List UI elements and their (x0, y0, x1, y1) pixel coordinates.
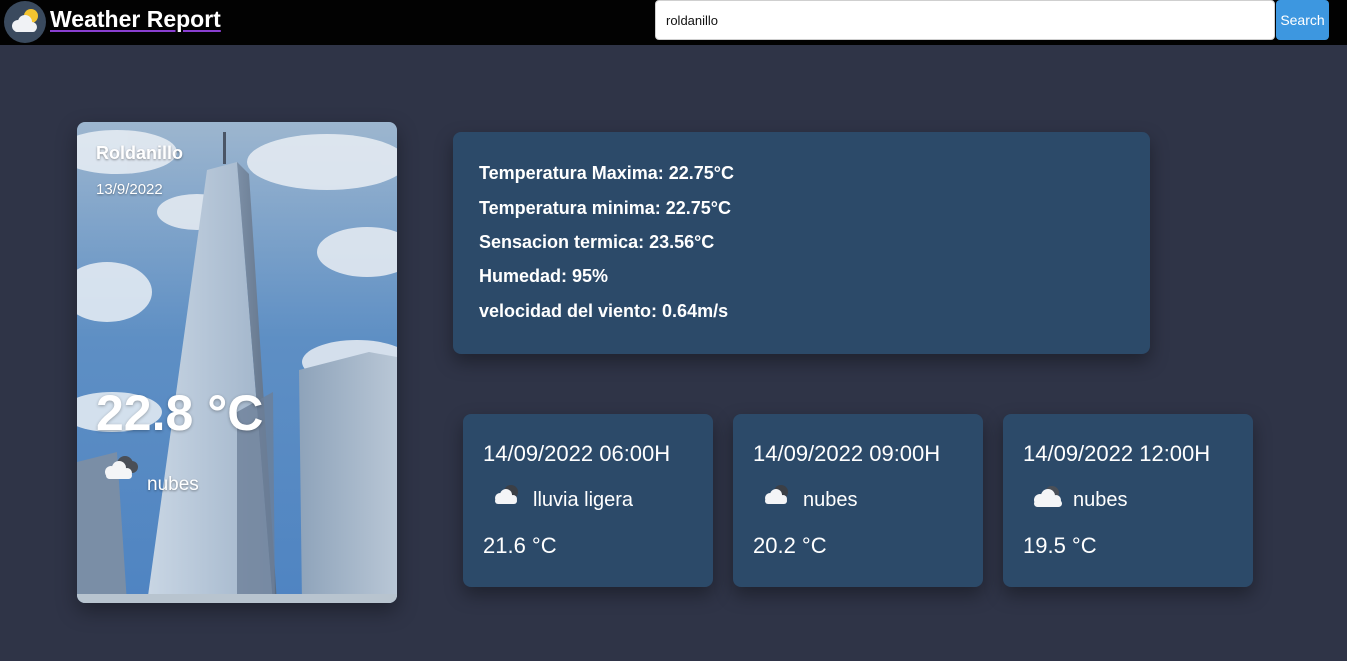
cloud-night-icon (765, 485, 788, 504)
current-description: nubes (147, 474, 199, 495)
current-weather-card: Roldanillo 13/9/2022 22.8 °C nubes (77, 122, 397, 603)
forecast-datetime: 14/09/2022 12:00H (1023, 441, 1211, 466)
partly-cloudy-icon (4, 1, 46, 43)
forecast-temperature: 20.2 °C (753, 533, 827, 558)
cloud-night-icon (495, 485, 518, 504)
forecast-temperature: 21.6 °C (483, 533, 557, 558)
temp-max: Temperatura Maxima: 22.75°C (479, 163, 734, 183)
forecast-card: 14/09/2022 06:00H lluvia ligera 21.6 °C (463, 414, 713, 587)
wind-speed: velocidad del viento: 0.64m/s (479, 301, 729, 321)
forecast-description: nubes (803, 489, 858, 511)
cloud-icon (1034, 486, 1062, 507)
app-title[interactable]: Weather Report (50, 6, 221, 33)
forecast-card: 14/09/2022 09:00H nubes 20.2 °C (733, 414, 983, 587)
forecast-description: nubes (1073, 489, 1128, 511)
forecast-datetime: 14/09/2022 09:00H (753, 441, 941, 466)
feels-like: Sensacion termica: 23.56°C (479, 232, 715, 252)
current-temperature: 22.8 °C (96, 385, 264, 441)
cloud-icon (105, 456, 138, 479)
current-date: 13/9/2022 (96, 181, 163, 198)
forecast-temperature: 19.5 °C (1023, 533, 1097, 558)
search-input[interactable] (655, 0, 1275, 40)
forecast-datetime: 14/09/2022 06:00H (483, 441, 671, 466)
city-name: Roldanillo (96, 143, 183, 163)
top-navbar: Weather Report Search (0, 0, 1347, 45)
search-button[interactable]: Search (1276, 0, 1329, 40)
forecast-description: lluvia ligera (533, 489, 634, 511)
weather-details-card: Temperatura Maxima: 22.75°C Temperatura … (453, 132, 1150, 354)
forecast-card: 14/09/2022 12:00H nubes 19.5 °C (1003, 414, 1253, 587)
humidity: Humedad: 95% (479, 266, 609, 286)
temp-min: Temperatura minima: 22.75°C (479, 198, 731, 218)
